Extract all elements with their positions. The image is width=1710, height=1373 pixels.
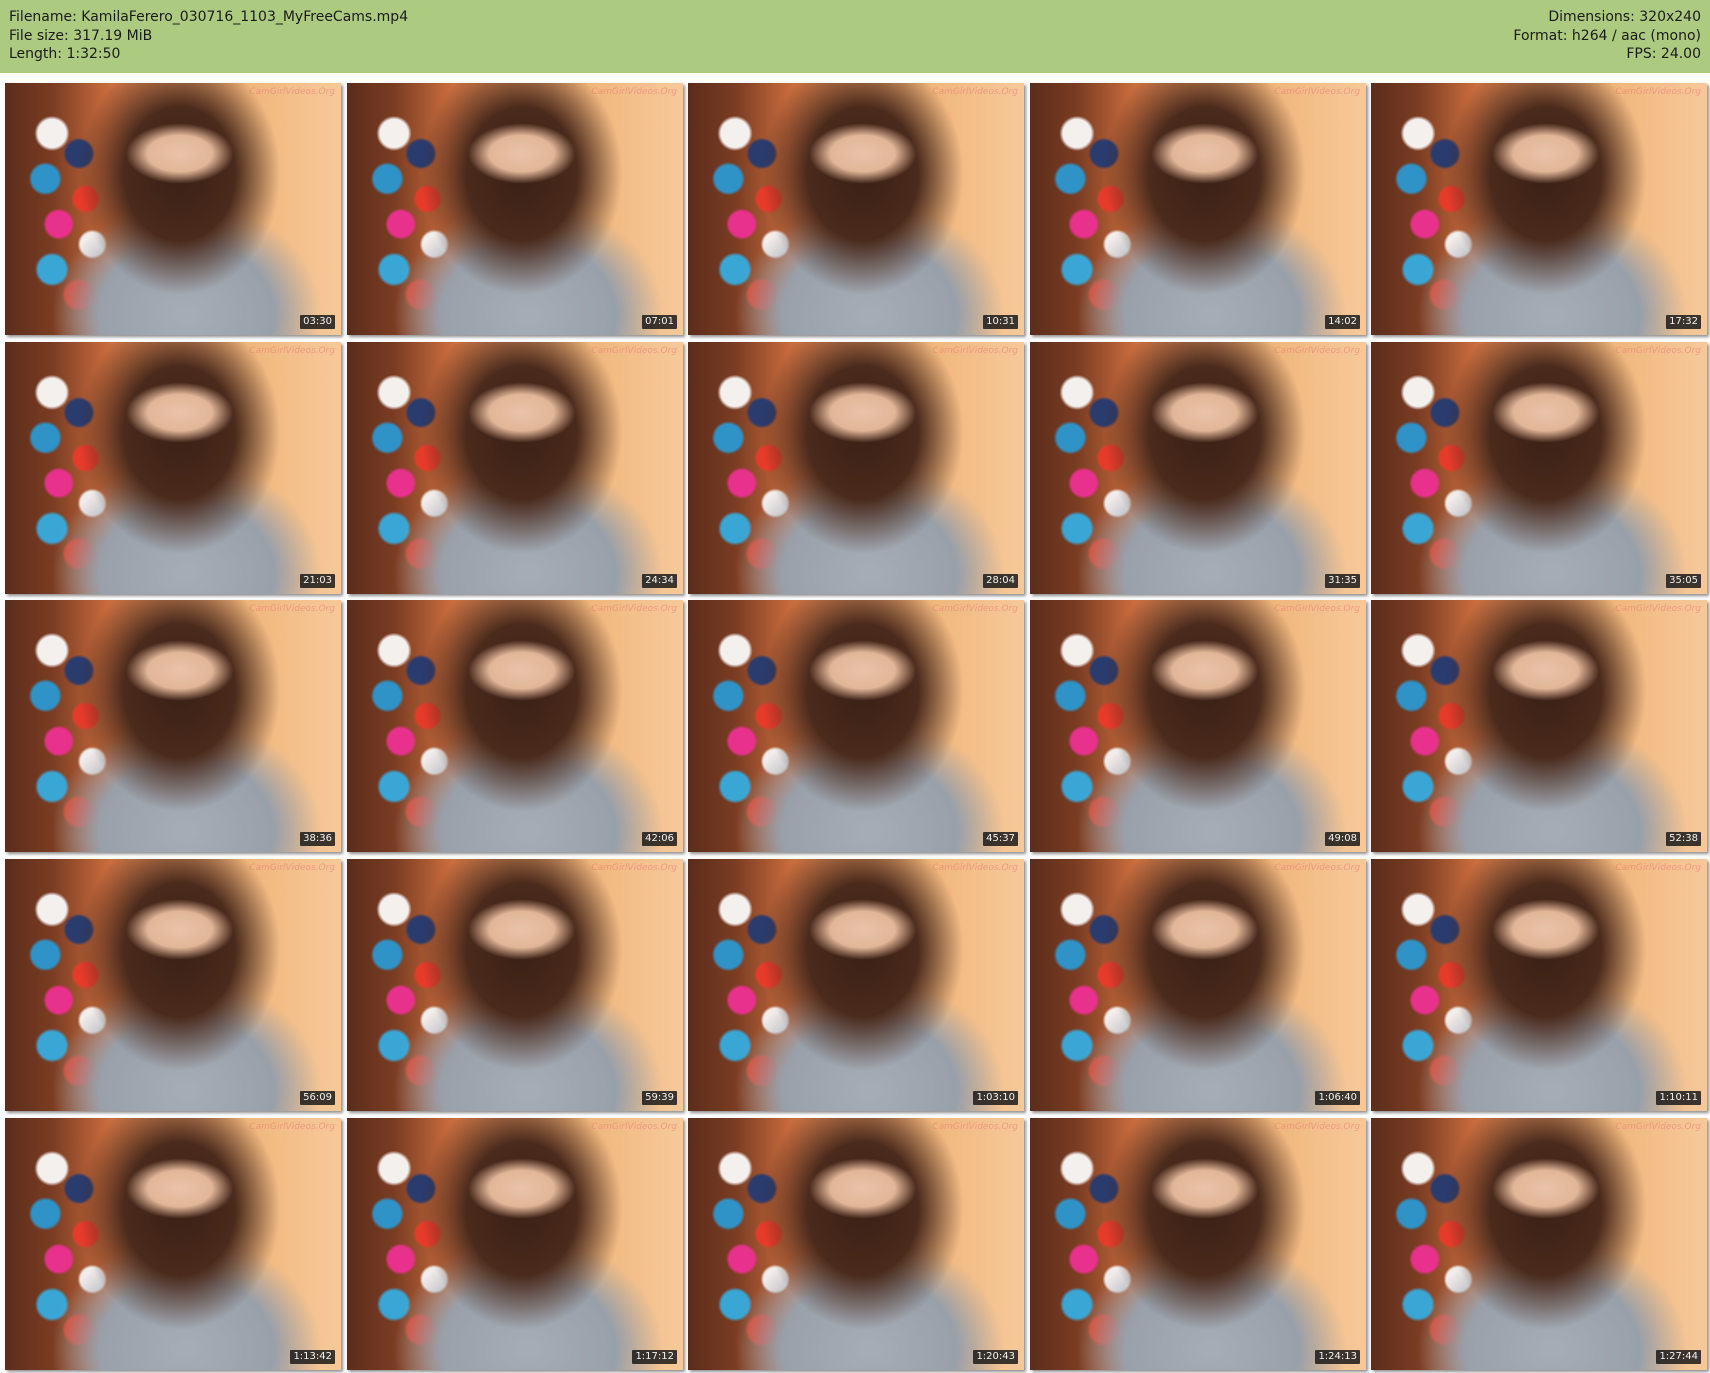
watermark-logo: CamGirlVideos.Org	[932, 1122, 1018, 1132]
video-thumbnail: CamGirlVideos.Org 07:01	[347, 83, 683, 335]
watermark-logo: CamGirlVideos.Org	[1615, 863, 1701, 873]
video-thumbnail: CamGirlVideos.Org 31:35	[1030, 342, 1366, 594]
video-thumbnail: CamGirlVideos.Org 38:36	[5, 600, 341, 852]
watermark-logo: CamGirlVideos.Org	[249, 1122, 335, 1132]
watermark-logo: CamGirlVideos.Org	[591, 1122, 677, 1132]
watermark-logo: CamGirlVideos.Org	[1274, 87, 1360, 97]
watermark-logo: CamGirlVideos.Org	[1274, 1122, 1360, 1132]
watermark-logo: CamGirlVideos.Org	[932, 87, 1018, 97]
timestamp-badge: 28:04	[983, 574, 1018, 588]
video-thumbnail: CamGirlVideos.Org 1:13:42	[5, 1118, 341, 1370]
timestamp-badge: 1:27:44	[1656, 1350, 1701, 1364]
timestamp-badge: 38:36	[300, 832, 335, 846]
timestamp-badge: 21:03	[300, 574, 335, 588]
video-thumbnail: CamGirlVideos.Org 1:27:44	[1371, 1118, 1707, 1370]
timestamp-badge: 1:03:10	[973, 1091, 1018, 1105]
video-thumbnail: CamGirlVideos.Org 14:02	[1030, 83, 1366, 335]
timestamp-badge: 35:05	[1666, 574, 1701, 588]
timestamp-badge: 1:17:12	[632, 1350, 677, 1364]
timestamp-badge: 07:01	[642, 315, 677, 329]
timestamp-badge: 45:37	[983, 832, 1018, 846]
timestamp-badge: 1:13:42	[290, 1350, 335, 1364]
video-thumbnail: CamGirlVideos.Org 24:34	[347, 342, 683, 594]
watermark-logo: CamGirlVideos.Org	[591, 87, 677, 97]
timestamp-badge: 24:34	[642, 574, 677, 588]
watermark-logo: CamGirlVideos.Org	[932, 346, 1018, 356]
timestamp-badge: 1:10:11	[1656, 1091, 1701, 1105]
video-thumbnail: CamGirlVideos.Org 1:17:12	[347, 1118, 683, 1370]
timestamp-badge: 31:35	[1325, 574, 1360, 588]
timestamp-badge: 49:08	[1325, 832, 1360, 846]
watermark-logo: CamGirlVideos.Org	[1615, 604, 1701, 614]
video-thumbnail: CamGirlVideos.Org 35:05	[1371, 342, 1707, 594]
watermark-logo: CamGirlVideos.Org	[591, 863, 677, 873]
video-thumbnail: CamGirlVideos.Org 1:10:11	[1371, 859, 1707, 1111]
video-thumbnail: CamGirlVideos.Org 45:37	[688, 600, 1024, 852]
timestamp-badge: 1:20:43	[973, 1350, 1018, 1364]
watermark-logo: CamGirlVideos.Org	[1274, 863, 1360, 873]
video-thumbnail: CamGirlVideos.Org 10:31	[688, 83, 1024, 335]
video-thumbnail: CamGirlVideos.Org 49:08	[1030, 600, 1366, 852]
watermark-logo: CamGirlVideos.Org	[1615, 1122, 1701, 1132]
timestamp-badge: 59:39	[642, 1091, 677, 1105]
video-thumbnail: CamGirlVideos.Org 1:20:43	[688, 1118, 1024, 1370]
thumbnail-grid: CamGirlVideos.Org 03:30 CamGirlVideos.Org 0…	[0, 0, 1710, 1373]
video-thumbnail: CamGirlVideos.Org 52:38	[1371, 600, 1707, 852]
watermark-logo: CamGirlVideos.Org	[591, 346, 677, 356]
timestamp-badge: 42:06	[642, 832, 677, 846]
timestamp-badge: 1:06:40	[1315, 1091, 1360, 1105]
video-thumbnail: CamGirlVideos.Org 42:06	[347, 600, 683, 852]
video-thumbnail: CamGirlVideos.Org 28:04	[688, 342, 1024, 594]
watermark-logo: CamGirlVideos.Org	[1615, 346, 1701, 356]
watermark-logo: CamGirlVideos.Org	[249, 87, 335, 97]
video-thumbnail: CamGirlVideos.Org 56:09	[5, 859, 341, 1111]
video-thumbnail: CamGirlVideos.Org 1:03:10	[688, 859, 1024, 1111]
timestamp-badge: 17:32	[1666, 315, 1701, 329]
timestamp-badge: 10:31	[983, 315, 1018, 329]
watermark-logo: CamGirlVideos.Org	[1274, 604, 1360, 614]
timestamp-badge: 03:30	[300, 315, 335, 329]
watermark-logo: CamGirlVideos.Org	[932, 863, 1018, 873]
timestamp-badge: 1:24:13	[1315, 1350, 1360, 1364]
watermark-logo: CamGirlVideos.Org	[249, 604, 335, 614]
video-thumbnail: CamGirlVideos.Org 21:03	[5, 342, 341, 594]
watermark-logo: CamGirlVideos.Org	[1615, 87, 1701, 97]
video-thumbnail: CamGirlVideos.Org 03:30	[5, 83, 341, 335]
watermark-logo: CamGirlVideos.Org	[249, 863, 335, 873]
video-thumbnail: CamGirlVideos.Org 1:24:13	[1030, 1118, 1366, 1370]
timestamp-badge: 52:38	[1666, 832, 1701, 846]
video-thumbnail: CamGirlVideos.Org 59:39	[347, 859, 683, 1111]
video-thumbnail: CamGirlVideos.Org 17:32	[1371, 83, 1707, 335]
watermark-logo: CamGirlVideos.Org	[932, 604, 1018, 614]
video-thumbnail: CamGirlVideos.Org 1:06:40	[1030, 859, 1366, 1111]
watermark-logo: CamGirlVideos.Org	[1274, 346, 1360, 356]
watermark-logo: CamGirlVideos.Org	[591, 604, 677, 614]
timestamp-badge: 56:09	[300, 1091, 335, 1105]
watermark-logo: CamGirlVideos.Org	[249, 346, 335, 356]
timestamp-badge: 14:02	[1325, 315, 1360, 329]
